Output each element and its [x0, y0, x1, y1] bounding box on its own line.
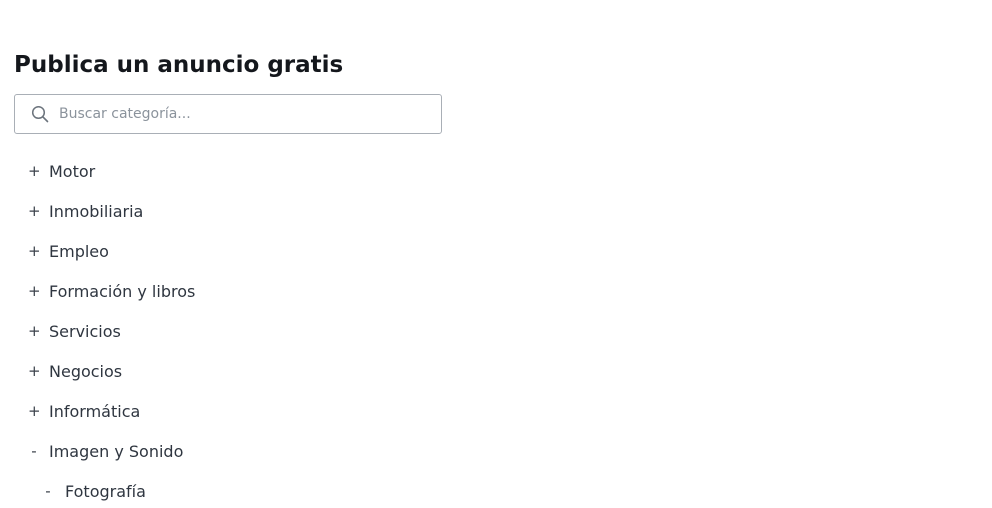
subcategory-label[interactable]: Fotografía: [65, 482, 146, 501]
expand-plus-icon[interactable]: +: [28, 162, 41, 180]
category-label[interactable]: Empleo: [49, 242, 109, 261]
expand-plus-icon[interactable]: +: [28, 362, 41, 380]
search-icon: [31, 105, 49, 123]
category-search-input[interactable]: [59, 95, 429, 133]
publish-ad-page: Publica un anuncio gratis + Motor + Inmo…: [0, 0, 992, 508]
expand-plus-icon[interactable]: +: [28, 202, 41, 220]
category-item-formacion-y-libros[interactable]: + Formación y libros: [0, 271, 195, 311]
category-label[interactable]: Negocios: [49, 362, 122, 381]
expand-plus-icon[interactable]: +: [28, 282, 41, 300]
category-item-motor[interactable]: + Motor: [0, 151, 195, 191]
category-search-box[interactable]: [14, 94, 442, 134]
category-label[interactable]: Motor: [49, 162, 95, 181]
category-item-informatica[interactable]: + Informática: [0, 391, 195, 431]
category-item-empleo[interactable]: + Empleo: [0, 231, 195, 271]
subcategory-item-fotografia[interactable]: - Fotografía: [0, 471, 195, 508]
category-label[interactable]: Servicios: [49, 322, 121, 341]
page-title: Publica un anuncio gratis: [14, 52, 344, 78]
expand-plus-icon[interactable]: +: [28, 242, 41, 260]
collapse-minus-icon[interactable]: -: [42, 482, 54, 500]
category-label[interactable]: Informática: [49, 402, 140, 421]
collapse-minus-icon[interactable]: -: [28, 442, 40, 460]
category-label[interactable]: Imagen y Sonido: [49, 442, 183, 461]
expand-plus-icon[interactable]: +: [28, 322, 41, 340]
category-item-inmobiliaria[interactable]: + Inmobiliaria: [0, 191, 195, 231]
category-item-negocios[interactable]: + Negocios: [0, 351, 195, 391]
category-item-imagen-y-sonido[interactable]: - Imagen y Sonido: [0, 431, 195, 471]
category-list: + Motor + Inmobiliaria + Empleo + Formac…: [0, 151, 195, 508]
category-label[interactable]: Inmobiliaria: [49, 202, 143, 221]
category-item-servicios[interactable]: + Servicios: [0, 311, 195, 351]
category-label[interactable]: Formación y libros: [49, 282, 195, 301]
expand-plus-icon[interactable]: +: [28, 402, 41, 420]
